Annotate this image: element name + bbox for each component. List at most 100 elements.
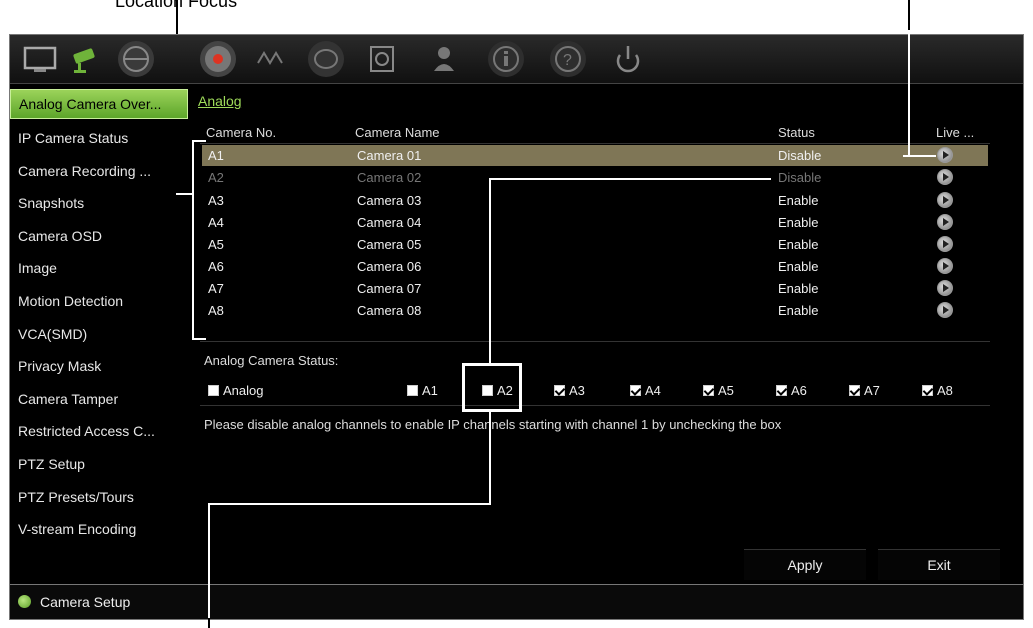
sidebar-item-analog-camera-overview[interactable]: Analog Camera Over...: [10, 89, 188, 119]
checkbox-box[interactable]: [849, 385, 860, 396]
checkbox-a7[interactable]: A7: [849, 383, 880, 398]
callout-bottom-horizontal: [208, 503, 491, 505]
checkbox-a6[interactable]: A6: [776, 383, 807, 398]
footer-label: Camera Setup: [40, 594, 131, 610]
table-row[interactable]: A5 Camera 05 Enable: [202, 234, 988, 255]
camera-name-cell: Camera 05: [357, 237, 422, 252]
checkbox-analog[interactable]: Analog: [208, 383, 263, 398]
checkbox-a1[interactable]: A1: [407, 383, 438, 398]
hdd-icon[interactable]: [308, 41, 344, 77]
camera-name-cell: Camera 04: [357, 215, 422, 230]
checkbox-a8[interactable]: A8: [922, 383, 953, 398]
checkbox-label: A5: [718, 383, 734, 398]
sidebar-item-v-stream-encoding[interactable]: V-stream Encoding: [10, 513, 188, 546]
sidebar-item-privacy-mask[interactable]: Privacy Mask: [10, 350, 188, 383]
checkbox-label: A3: [569, 383, 585, 398]
camera-no-cell: A7: [208, 281, 224, 296]
checkbox-box[interactable]: [407, 385, 418, 396]
shutdown-icon[interactable]: [610, 41, 646, 77]
callout-live-vert: [908, 30, 910, 156]
camera-no-cell: A8: [208, 303, 224, 318]
live-view-play-icon[interactable]: [937, 169, 953, 185]
live-view-play-icon[interactable]: [937, 236, 953, 252]
live-view-play-icon[interactable]: [937, 302, 953, 318]
tab-analog[interactable]: Analog: [198, 93, 242, 109]
camera-no-cell: A1: [208, 148, 224, 163]
sidebar-item-camera-osd[interactable]: Camera OSD: [10, 220, 188, 253]
sidebar-item-snapshots[interactable]: Snapshots: [10, 187, 188, 220]
checkbox-a4[interactable]: A4: [630, 383, 661, 398]
camera-no-cell: A2: [208, 170, 224, 185]
camera-name-cell: Camera 03: [357, 193, 422, 208]
info-icon[interactable]: [488, 41, 524, 77]
live-view-play-icon[interactable]: [937, 192, 953, 208]
camera-no-cell: A6: [208, 259, 224, 274]
checkbox-box[interactable]: [630, 385, 641, 396]
callout-bracket-top: [192, 140, 206, 142]
camera-name-cell: Camera 02: [357, 170, 422, 185]
camera-no-cell: A3: [208, 193, 224, 208]
alarm-icon[interactable]: [252, 41, 288, 77]
status-footer: Camera Setup: [10, 584, 1023, 619]
record-icon[interactable]: [200, 41, 236, 77]
camera-no-cell: A5: [208, 237, 224, 252]
table-row[interactable]: A3 Camera 03 Enable: [202, 190, 988, 211]
sidebar-item-ptz-presets-tours[interactable]: PTZ Presets/Tours: [10, 481, 188, 514]
camera-setup-screen: ? Analog Camera Over... IP Camera Status…: [9, 34, 1024, 620]
table-row[interactable]: A4 Camera 04 Enable: [202, 212, 988, 233]
storage-icon[interactable]: [364, 41, 400, 77]
checkbox-a5[interactable]: A5: [703, 383, 734, 398]
live-view-play-icon[interactable]: [937, 280, 953, 296]
live-view-play-icon[interactable]: [937, 258, 953, 274]
network-icon[interactable]: [118, 41, 154, 77]
checkbox-a3[interactable]: A3: [554, 383, 585, 398]
help-circle-icon: [18, 595, 31, 608]
checkbox-box[interactable]: [703, 385, 714, 396]
monitor-icon[interactable]: [22, 41, 58, 77]
status-cell: Enable: [778, 193, 819, 208]
sidebar-item-camera-tamper[interactable]: Camera Tamper: [10, 383, 188, 416]
camera-icon[interactable]: [68, 41, 104, 77]
sidebar-item-image[interactable]: Image: [10, 252, 188, 285]
top-toolbar: ?: [10, 35, 1023, 84]
camera-name-cell: Camera 06: [357, 259, 422, 274]
sidebar-item-ip-camera-status[interactable]: IP Camera Status: [10, 122, 188, 155]
status-cell: Disable: [778, 148, 822, 163]
table-row[interactable]: A8 Camera 08 Enable: [202, 300, 988, 321]
callout-bracket-left: [192, 140, 194, 340]
sidebar-item-motion-detection[interactable]: Motion Detection: [10, 285, 188, 318]
table-row[interactable]: A7 Camera 07 Enable: [202, 278, 988, 299]
callout-status-vertical: [489, 178, 491, 364]
exit-button[interactable]: Exit: [878, 549, 1000, 580]
sidebar-item-camera-recording[interactable]: Camera Recording ...: [10, 155, 188, 188]
apply-button[interactable]: Apply: [744, 549, 866, 580]
camera-name-cell: Camera 08: [357, 303, 422, 318]
live-view-play-icon[interactable]: [937, 147, 953, 163]
checkbox-label: A4: [645, 383, 661, 398]
column-header-camera-no: Camera No.: [206, 125, 277, 140]
checkbox-box[interactable]: [554, 385, 565, 396]
callout-status-horizontal: [489, 178, 771, 180]
sidebar-item-ptz-setup[interactable]: PTZ Setup: [10, 448, 188, 481]
callout-highlight-a2: [462, 363, 522, 412]
user-icon[interactable]: [426, 41, 462, 77]
checkbox-box[interactable]: [922, 385, 933, 396]
callout-box-down: [489, 411, 491, 505]
analog-camera-status-label: Analog Camera Status:: [204, 353, 339, 368]
column-header-status: Status: [778, 125, 815, 140]
svg-text:?: ?: [563, 52, 572, 69]
callout-bottom-vertical-outside: [208, 618, 210, 628]
checkbox-box[interactable]: [776, 385, 787, 396]
status-cell: Disable: [778, 170, 822, 185]
checkbox-label: A7: [864, 383, 880, 398]
help-icon[interactable]: ?: [550, 41, 586, 77]
table-row[interactable]: A6 Camera 06 Enable: [202, 256, 988, 277]
sidebar-item-vca-smd[interactable]: VCA(SMD): [10, 318, 188, 351]
checkbox-box[interactable]: [208, 385, 219, 396]
status-cell: Enable: [778, 215, 819, 230]
table-row[interactable]: A1 Camera 01 Disable: [202, 145, 988, 166]
checkbox-label: A1: [422, 383, 438, 398]
live-view-play-icon[interactable]: [937, 214, 953, 230]
sidebar-item-restricted-access[interactable]: Restricted Access C...: [10, 415, 188, 448]
checkbox-label: A6: [791, 383, 807, 398]
